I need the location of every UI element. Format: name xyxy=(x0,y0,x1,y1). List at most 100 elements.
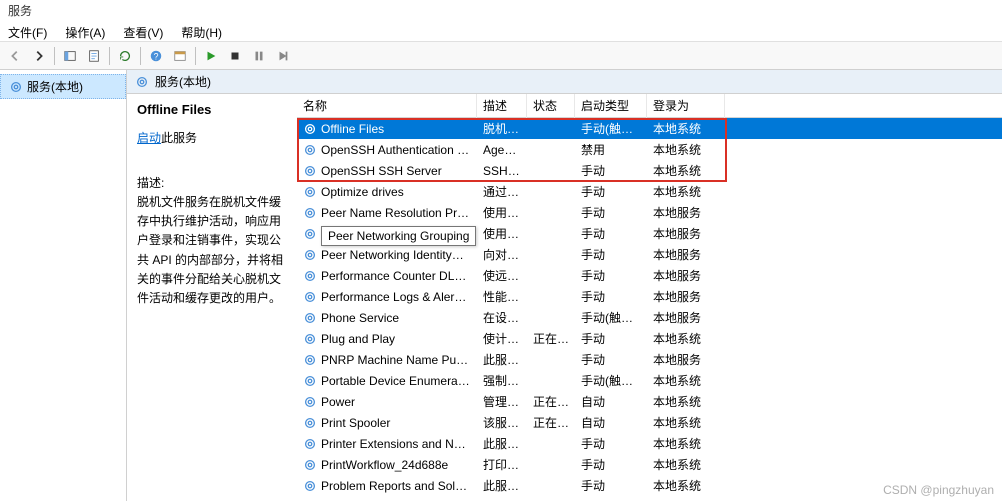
service-row[interactable]: Print Spooler该服…正在…自动本地系统 xyxy=(297,412,1002,433)
pause-service-button[interactable] xyxy=(248,45,270,67)
gear-icon xyxy=(303,269,317,283)
service-name: Peer Networking Identity… xyxy=(321,248,464,262)
tooltip: Peer Networking Grouping xyxy=(321,226,476,246)
service-row[interactable]: Printer Extensions and N…此服…手动本地系统 xyxy=(297,433,1002,454)
service-start: 手动 xyxy=(575,202,647,223)
menu-file[interactable]: 文件(F) xyxy=(0,22,55,39)
service-row[interactable]: Phone Service在设…手动(触发…本地服务 xyxy=(297,307,1002,328)
gear-icon xyxy=(303,311,317,325)
window-title: 服务 xyxy=(0,0,1002,20)
service-logon: 本地系统 xyxy=(647,118,725,139)
help-button[interactable]: ? xyxy=(145,45,167,67)
service-desc: 在设… xyxy=(477,307,527,328)
col-desc[interactable]: 描述 xyxy=(477,94,527,118)
service-desc: 脱机… xyxy=(477,118,527,139)
detail-panel: Offline Files 启动此服务 描述: 脱机文件服务在脱机文件缓存中执行… xyxy=(127,94,297,501)
service-row[interactable]: Portable Device Enumera…强制…手动(触发…本地系统 xyxy=(297,370,1002,391)
service-status: 正在… xyxy=(527,391,575,412)
export-button[interactable] xyxy=(83,45,105,67)
service-start: 手动 xyxy=(575,286,647,307)
menu-help[interactable]: 帮助(H) xyxy=(173,22,230,39)
service-status: 正在… xyxy=(527,412,575,433)
service-row[interactable]: PNRP Machine Name Pu… 此服… 手动本地服务 xyxy=(297,349,1002,370)
service-name: Offline Files xyxy=(321,122,384,136)
service-row[interactable]: Offline Files脱机…手动(触发…本地系统 xyxy=(297,118,1002,139)
watermark: CSDN @pingzhuyan xyxy=(883,483,994,497)
service-status xyxy=(527,253,575,257)
service-row[interactable]: PrintWorkflow_24d688e打印…手动本地系统 xyxy=(297,454,1002,475)
service-start: 手动 xyxy=(575,475,647,496)
menu-action[interactable]: 操作(A) xyxy=(57,22,113,39)
restart-service-button[interactable] xyxy=(272,45,294,67)
service-logon: 本地服务 xyxy=(647,349,725,370)
tree-root-services[interactable]: 服务(本地) xyxy=(0,74,126,99)
service-row[interactable]: Plug and Play使计…正在…手动本地系统 xyxy=(297,328,1002,349)
service-name: Plug and Play xyxy=(321,332,395,346)
service-name: Peer Name Resolution Pr… xyxy=(321,206,469,220)
service-start: 禁用 xyxy=(575,139,647,160)
service-name: Problem Reports and Sol… xyxy=(321,479,467,493)
service-start: 自动 xyxy=(575,412,647,433)
start-service-button[interactable] xyxy=(200,45,222,67)
forward-button[interactable] xyxy=(28,45,50,67)
col-logon[interactable]: 登录为 xyxy=(647,94,725,118)
service-row[interactable]: OpenSSH Authentication …Age…禁用本地系统 xyxy=(297,139,1002,160)
service-row[interactable]: OpenSSH SSH ServerSSH …手动本地系统 xyxy=(297,160,1002,181)
service-logon: 本地服务 xyxy=(647,307,725,328)
stop-service-button[interactable] xyxy=(224,45,246,67)
service-start: 手动 xyxy=(575,181,647,202)
service-status xyxy=(527,484,575,488)
service-row[interactable]: Performance Logs & Aler…性能…手动本地服务 xyxy=(297,286,1002,307)
service-start: 手动 xyxy=(575,265,647,286)
service-name: Optimize drives xyxy=(321,185,404,199)
service-desc: 使用… xyxy=(477,202,527,223)
service-logon: 本地系统 xyxy=(647,370,725,391)
gear-icon xyxy=(303,353,317,367)
service-desc: 向对… xyxy=(477,244,527,265)
service-row[interactable]: Performance Counter DL…使远…手动本地服务 xyxy=(297,265,1002,286)
service-row[interactable]: Peer Networking Identity…向对…手动本地服务 xyxy=(297,244,1002,265)
service-desc: 管理… xyxy=(477,391,527,412)
service-row[interactable]: Peer Name Resolution Pr…使用…手动本地服务 xyxy=(297,202,1002,223)
refresh-button[interactable] xyxy=(114,45,136,67)
col-name[interactable]: 名称 xyxy=(297,94,477,118)
service-row[interactable]: Power管理…正在…自动本地系统 xyxy=(297,391,1002,412)
service-logon: 本地服务 xyxy=(647,286,725,307)
start-link[interactable]: 启动 xyxy=(137,131,161,145)
tree-panel: 服务(本地) xyxy=(0,70,127,501)
menu-view[interactable]: 查看(V) xyxy=(115,22,171,39)
services-icon xyxy=(9,80,23,94)
col-start[interactable]: 启动类型 xyxy=(575,94,647,118)
properties-button[interactable] xyxy=(169,45,191,67)
service-row[interactable]: Optimize drives 通过… 手动本地系统 xyxy=(297,181,1002,202)
service-desc: 此服… xyxy=(477,349,527,370)
gear-icon xyxy=(303,227,317,241)
service-desc: 使计… xyxy=(477,328,527,349)
service-logon: 本地系统 xyxy=(647,433,725,454)
gear-icon xyxy=(303,395,317,409)
service-logon: 本地系统 xyxy=(647,181,725,202)
service-status: 正在… xyxy=(527,328,575,349)
service-desc: SSH … xyxy=(477,162,527,180)
service-start: 手动 xyxy=(575,349,647,370)
service-desc: 性能… xyxy=(477,286,527,307)
service-start: 手动 xyxy=(575,244,647,265)
service-logon: 本地系统 xyxy=(647,475,725,496)
service-status xyxy=(527,274,575,278)
service-name: PNRP Machine Name Pu… xyxy=(321,353,468,367)
gear-icon xyxy=(303,248,317,262)
service-name: Printer Extensions and N… xyxy=(321,437,466,451)
service-desc: 通过… xyxy=(477,181,527,202)
service-logon: 本地系统 xyxy=(647,454,725,475)
gear-icon xyxy=(303,374,317,388)
col-status[interactable]: 状态 xyxy=(527,94,575,118)
gear-icon xyxy=(303,164,317,178)
back-button[interactable] xyxy=(4,45,26,67)
service-start: 自动 xyxy=(575,391,647,412)
services-icon xyxy=(135,75,149,89)
gear-icon xyxy=(303,479,317,493)
svg-text:?: ? xyxy=(154,51,159,61)
service-status xyxy=(527,211,575,215)
show-hide-button[interactable] xyxy=(59,45,81,67)
grid-rows[interactable]: Peer Networking Grouping Offline Files 脱机… xyxy=(297,118,1002,501)
